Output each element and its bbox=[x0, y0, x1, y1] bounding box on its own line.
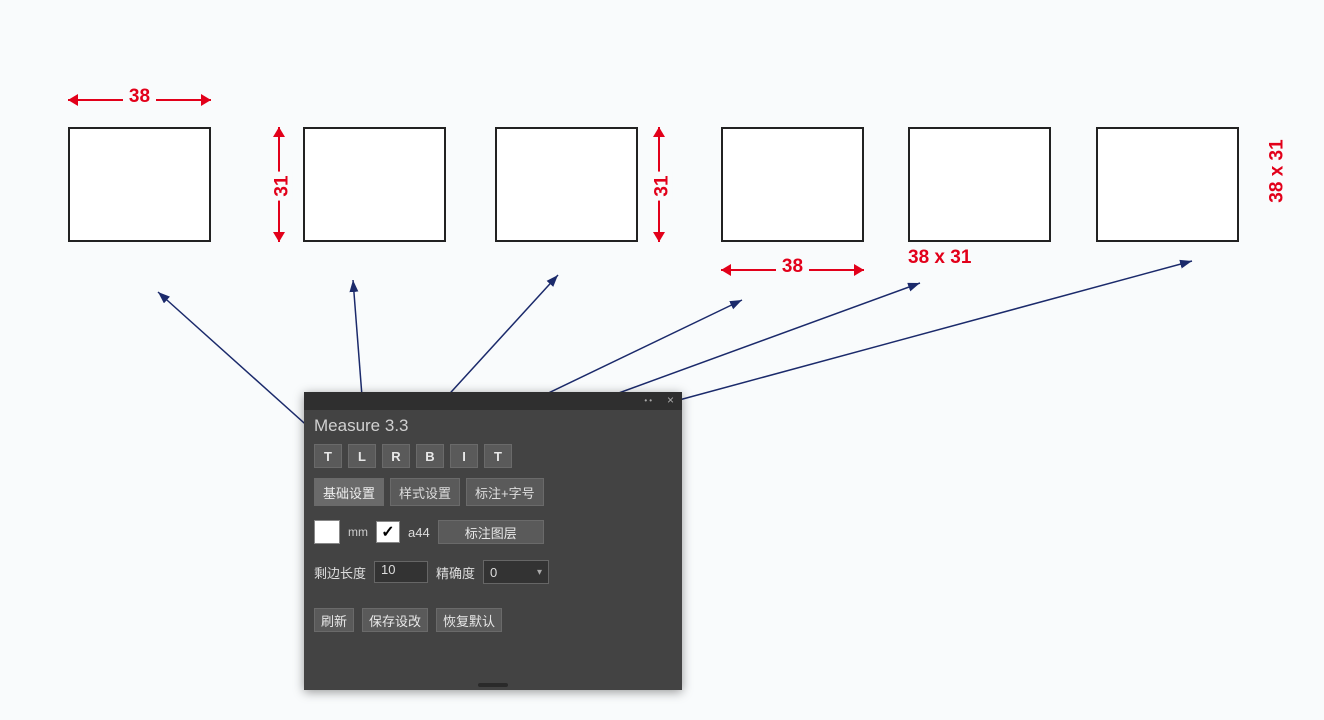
mode-bottom-button[interactable]: B bbox=[416, 444, 444, 468]
rect-6 bbox=[1096, 127, 1239, 242]
precision-value: 0 bbox=[490, 565, 497, 580]
close-icon[interactable]: × bbox=[667, 393, 674, 407]
mode-top-button[interactable]: T bbox=[314, 444, 342, 468]
panel-title: Measure 3.3 bbox=[304, 410, 682, 440]
color-swatch[interactable] bbox=[314, 520, 340, 544]
mode-button-row: T L R B I T bbox=[304, 440, 682, 472]
dim-bottom-value: 38 bbox=[776, 256, 809, 277]
dim-left-value: 31 bbox=[272, 171, 293, 200]
params-row: 剩边长度 10 精确度 0 bbox=[304, 552, 682, 592]
tab-row: 基础设置 样式设置 标注+字号 bbox=[304, 472, 682, 512]
dim-label-5: 38 x 31 bbox=[908, 247, 971, 269]
rect-2 bbox=[303, 127, 446, 242]
panel-header[interactable]: •• × bbox=[304, 392, 682, 410]
dim-label-6: 38 x 31 bbox=[1246, 160, 1309, 182]
dim-right-value: 31 bbox=[652, 171, 673, 200]
dim-label6-value: 38 x 31 bbox=[1267, 139, 1288, 202]
unit-label: mm bbox=[348, 525, 368, 539]
tab-style[interactable]: 样式设置 bbox=[390, 478, 460, 506]
pt-checkbox[interactable]: ✓ bbox=[376, 521, 400, 543]
refresh-button[interactable]: 刷新 bbox=[314, 608, 354, 632]
tab-label[interactable]: 标注+字号 bbox=[466, 478, 544, 506]
mode-left-button[interactable]: L bbox=[348, 444, 376, 468]
precision-label: 精确度 bbox=[436, 563, 475, 582]
offset-label: 剩边长度 bbox=[314, 563, 366, 582]
reset-button[interactable]: 恢复默认 bbox=[436, 608, 502, 632]
precision-select[interactable]: 0 bbox=[483, 560, 549, 584]
layer-button[interactable]: 标注图层 bbox=[438, 520, 544, 544]
measure-panel[interactable]: •• × Measure 3.3 T L R B I T 基础设置 样式设置 标… bbox=[304, 392, 682, 690]
offset-input[interactable]: 10 bbox=[374, 561, 428, 583]
pt-label: a44 bbox=[408, 525, 430, 540]
rect-1 bbox=[68, 127, 211, 242]
rect-3 bbox=[495, 127, 638, 242]
tab-basic[interactable]: 基础设置 bbox=[314, 478, 384, 506]
dim-top-value: 38 bbox=[123, 86, 156, 107]
rect-4 bbox=[721, 127, 864, 242]
action-row: 刷新 保存设改 恢复默认 bbox=[304, 592, 682, 640]
save-button[interactable]: 保存设改 bbox=[362, 608, 428, 632]
mode-right-button[interactable]: R bbox=[382, 444, 410, 468]
resize-grip[interactable] bbox=[478, 683, 508, 687]
canvas: 38 31 31 38 38 x 31 38 x 31 bbox=[0, 0, 1324, 720]
unit-row: mm ✓ a44 标注图层 bbox=[304, 512, 682, 552]
panel-options-icon[interactable]: •• bbox=[644, 396, 654, 405]
dim-label5-value: 38 x 31 bbox=[908, 247, 971, 268]
mode-info-button[interactable]: I bbox=[450, 444, 478, 468]
rect-5 bbox=[908, 127, 1051, 242]
mode-text-button[interactable]: T bbox=[484, 444, 512, 468]
